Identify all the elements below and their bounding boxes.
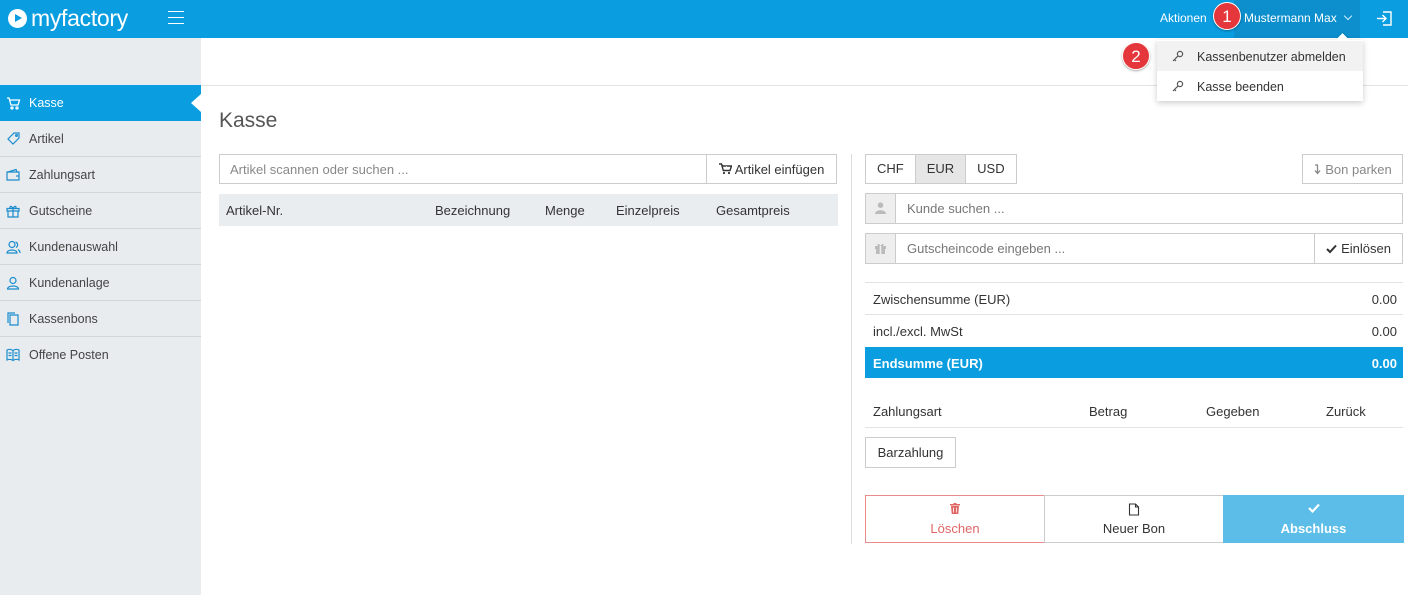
gift-icon <box>6 205 20 218</box>
sidebar-item-label: Kassenbons <box>29 312 98 326</box>
menu-item-logout-cashier[interactable]: Kassenbenutzer abmelden <box>1157 41 1363 71</box>
column-header[interactable]: Bezeichnung <box>435 203 510 218</box>
insert-article-label: Artikel einfügen <box>734 161 825 177</box>
tag-icon <box>7 132 20 145</box>
column-header: Zahlungsart <box>873 404 942 419</box>
subtotal-label: Zwischensumme (EUR) <box>873 292 1011 307</box>
sidebar-item-label: Kundenanlage <box>29 276 110 290</box>
sidebar-item-kundenanlage[interactable]: Kundenanlage <box>0 265 201 301</box>
page-title: Kasse <box>219 109 278 132</box>
sidebar-item-kundenauswahl[interactable]: Kundenauswahl <box>0 229 201 265</box>
currency-eur-button[interactable]: EUR <box>914 154 967 184</box>
voucher-addon <box>866 234 896 263</box>
subtotal-value: 0.00 <box>1371 292 1397 307</box>
panel-divider <box>851 154 852 544</box>
sidebar-item-kasse[interactable]: Kasse <box>0 85 201 121</box>
currency-usd-button[interactable]: USD <box>965 154 1017 184</box>
customer-addon <box>866 194 896 223</box>
park-receipt-button[interactable]: Bon parken <box>1302 154 1403 184</box>
column-header[interactable]: Menge <box>545 203 585 218</box>
voucher-group <box>865 233 1315 264</box>
cart-icon <box>7 97 21 110</box>
top-bar: myfactory Aktionen Mustermann Max <box>0 0 1408 38</box>
delete-button[interactable]: Löschen <box>865 495 1045 543</box>
menu-item-label: Kasse beenden <box>1197 80 1284 94</box>
delete-label: Löschen <box>930 521 980 536</box>
article-search-input[interactable] <box>219 154 707 184</box>
customer-search-group <box>865 193 1403 224</box>
column-header: Betrag <box>1089 404 1128 419</box>
callout-badge-2: 2 <box>1122 42 1150 70</box>
sidebar-item-gutscheine[interactable]: Gutscheine <box>0 193 201 229</box>
menu-item-label: Kassenbenutzer abmelden <box>1197 50 1346 64</box>
check-icon <box>1326 244 1337 253</box>
file-icon <box>1128 503 1140 516</box>
payment-table-header: Zahlungsart Betrag Gegeben Zurück <box>865 396 1403 428</box>
chevron-down-icon <box>1343 11 1353 21</box>
key-icon <box>1172 80 1184 92</box>
park-receipt-label: Bon parken <box>1325 161 1392 177</box>
total-label: Endsumme (EUR) <box>873 356 983 371</box>
currency-selector: CHF EUR USD <box>865 154 1017 184</box>
sidebar-item-artikel[interactable]: Artikel <box>0 121 201 157</box>
sidebar-item-label: Offene Posten <box>29 348 109 362</box>
actions-menu[interactable]: Aktionen <box>1160 11 1207 25</box>
copy-icon <box>7 312 19 326</box>
sidebar-item-kassenbons[interactable]: Kassenbons <box>0 301 201 337</box>
sidebar-item-zahlungsart[interactable]: Zahlungsart <box>0 157 201 193</box>
customer-search-input[interactable] <box>897 194 1402 223</box>
callout-badge-1: 1 <box>1213 2 1241 30</box>
new-receipt-button[interactable]: Neuer Bon <box>1044 495 1224 543</box>
voucher-code-input[interactable] <box>897 234 1314 263</box>
book-icon <box>6 348 20 362</box>
column-header[interactable]: Einzelpreis <box>616 203 680 218</box>
column-header[interactable]: Artikel-Nr. <box>226 203 283 218</box>
key-icon <box>1172 50 1184 62</box>
play-logo-icon <box>8 8 27 28</box>
trash-icon <box>950 503 960 514</box>
user-icon <box>6 276 20 290</box>
sidebar-item-label: Gutscheine <box>29 204 93 218</box>
redeem-button[interactable]: Einlösen <box>1314 233 1403 264</box>
column-header[interactable]: Gesamtpreis <box>716 203 790 218</box>
tax-label: incl./excl. MwSt <box>873 324 963 339</box>
sidebar-item-label: Kundenauswahl <box>29 240 118 254</box>
arrow-down-icon <box>1314 163 1321 175</box>
sidebar-item-label: Kasse <box>29 96 64 110</box>
user-icon <box>875 202 886 214</box>
wallet-icon <box>6 168 20 181</box>
redeem-label: Einlösen <box>1341 241 1391 256</box>
sidebar-item-offene-posten[interactable]: Offene Posten <box>0 337 201 373</box>
user-dropdown-menu: Kassenbenutzer abmelden Kasse beenden <box>1157 40 1363 101</box>
user-menu-toggle[interactable]: Mustermann Max <box>1234 0 1360 38</box>
logout-button[interactable] <box>1360 0 1408 38</box>
sidebar-item-label: Artikel <box>29 132 64 146</box>
subtotal-row: Zwischensumme (EUR) 0.00 <box>865 282 1403 314</box>
finish-button[interactable]: Abschluss <box>1223 495 1404 543</box>
menu-item-close-register[interactable]: Kasse beenden <box>1157 71 1363 101</box>
sidebar-item-label: Zahlungsart <box>29 168 96 182</box>
total-value: 0.00 <box>1371 356 1397 371</box>
logout-icon <box>1377 11 1392 26</box>
gift-icon <box>875 243 886 254</box>
sidebar: Kasse Artikel Zahlungsart Gutscheine Kun… <box>0 38 201 595</box>
finish-label: Abschluss <box>1280 521 1347 536</box>
column-header: Gegeben <box>1206 404 1260 419</box>
cash-payment-button[interactable]: Barzahlung <box>865 437 956 468</box>
total-row: Endsumme (EUR) 0.00 <box>865 347 1403 378</box>
check-icon <box>1307 503 1320 513</box>
hamburger-menu-icon[interactable] <box>168 11 184 25</box>
user-name: Mustermann Max <box>1244 11 1337 25</box>
users-icon <box>6 240 21 254</box>
insert-article-button[interactable]: Artikel einfügen <box>706 154 837 184</box>
logo-text: myfactory <box>31 4 128 31</box>
tax-value: 0.00 <box>1371 324 1397 339</box>
cart-plus-icon <box>718 163 732 175</box>
new-receipt-label: Neuer Bon <box>1102 521 1166 536</box>
column-header: Zurück <box>1326 404 1366 419</box>
currency-chf-button[interactable]: CHF <box>865 154 916 184</box>
article-table-header: Artikel-Nr. Bezeichnung Menge Einzelprei… <box>219 194 838 226</box>
tax-row: incl./excl. MwSt 0.00 <box>865 314 1403 346</box>
logo[interactable]: myfactory <box>8 5 128 31</box>
